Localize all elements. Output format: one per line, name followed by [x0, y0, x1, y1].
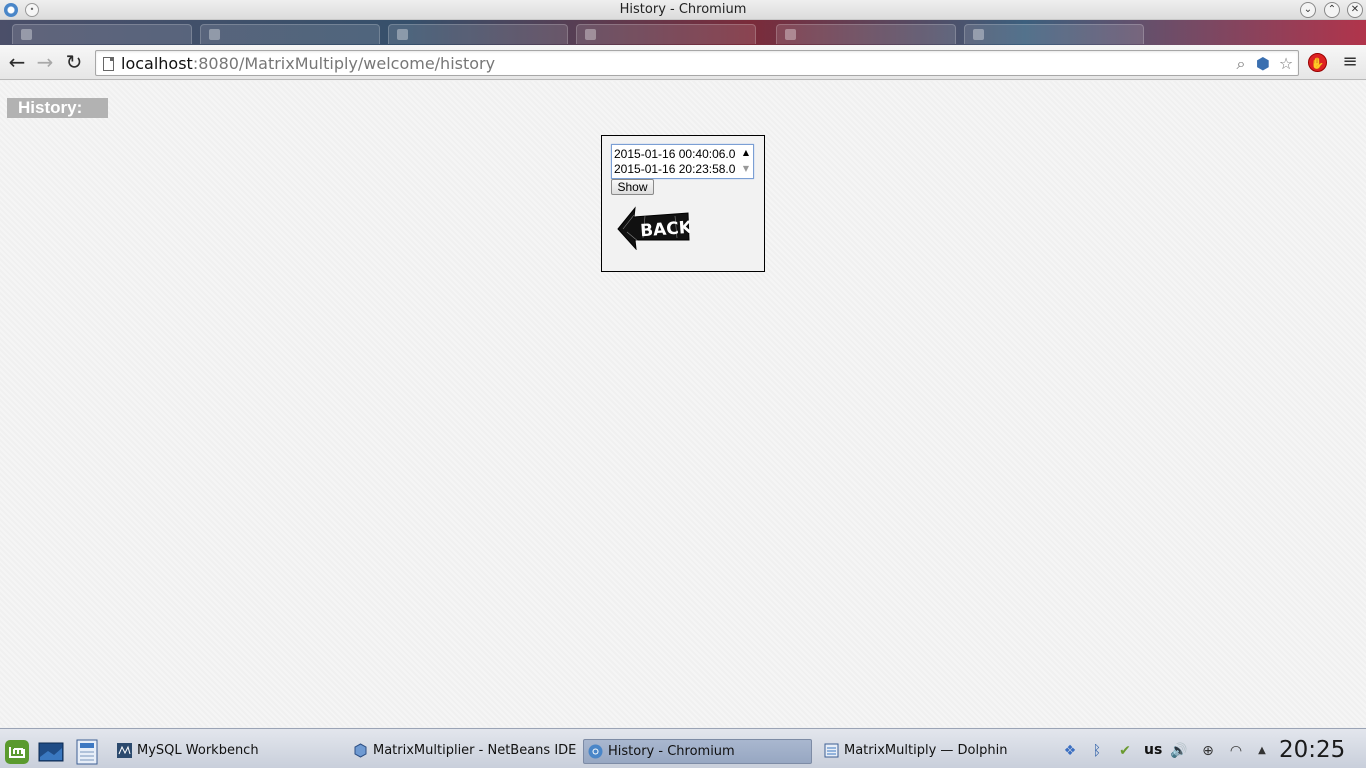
- scroll-down-icon[interactable]: ▼: [743, 164, 749, 173]
- address-bar[interactable]: localhost:8080/MatrixMultiply/welcome/hi…: [95, 50, 1299, 76]
- page-heading: History:: [7, 98, 108, 118]
- minimize-button[interactable]: ⌄: [1300, 2, 1316, 18]
- task-label: MySQL Workbench: [137, 743, 259, 758]
- favicon-icon: [397, 29, 408, 40]
- history-option[interactable]: 2015-01-16 20:23:58.0: [614, 162, 735, 176]
- task-netbeans[interactable]: MatrixMultiplier - NetBeans IDE 8: [349, 739, 577, 764]
- adblock-icon[interactable]: ✋: [1308, 53, 1327, 72]
- task-mysql-workbench[interactable]: MySQL Workbench: [113, 739, 343, 764]
- history-option[interactable]: 2015-01-16 00:40:06.0: [614, 147, 735, 161]
- favicon-icon: [585, 29, 596, 40]
- keyboard-layout[interactable]: us: [1144, 742, 1162, 758]
- reload-icon[interactable]: ↻: [63, 51, 85, 73]
- wifi-icon[interactable]: ◠: [1227, 742, 1245, 760]
- show-desktop-icon[interactable]: [38, 739, 64, 765]
- forward-arrow-icon[interactable]: →: [34, 51, 56, 73]
- netbeans-icon: [354, 743, 367, 758]
- browser-tab[interactable]: [964, 24, 1144, 44]
- favicon-icon: [209, 29, 220, 40]
- browser-tab[interactable]: [200, 24, 380, 44]
- window-title: History - Chromium: [619, 2, 747, 17]
- favicon-icon: [785, 29, 796, 40]
- update-shield-icon[interactable]: ✔: [1116, 742, 1134, 760]
- browser-tab[interactable]: [388, 24, 568, 44]
- back-arrow-icon[interactable]: ←: [6, 51, 28, 73]
- bookmark-star-icon[interactable]: ☆: [1277, 55, 1295, 73]
- favicon-icon: [21, 29, 32, 40]
- task-label: MatrixMultiply — Dolphin: [844, 743, 1008, 758]
- page-icon: [103, 57, 114, 71]
- bluetooth-icon[interactable]: ᛒ: [1088, 742, 1106, 760]
- tab-strip: [0, 20, 1366, 45]
- window-titlebar: • History - Chromium ⌄ ⌃ ✕: [0, 0, 1366, 20]
- task-chromium[interactable]: History - Chromium: [583, 739, 812, 764]
- history-listbox[interactable]: 2015-01-16 00:40:06.0 2015-01-16 20:23:5…: [611, 144, 754, 179]
- restore-button[interactable]: ⌃: [1324, 2, 1340, 18]
- browser-tab[interactable]: [12, 24, 192, 44]
- task-dolphin[interactable]: MatrixMultiply — Dolphin: [820, 739, 1050, 764]
- url-text[interactable]: localhost:8080/MatrixMultiply/welcome/hi…: [121, 54, 495, 73]
- browser-tab[interactable]: [776, 24, 956, 44]
- network-icon[interactable]: ⊕: [1199, 742, 1217, 760]
- page-viewport: History: 2015-01-16 00:40:06.0 2015-01-1…: [0, 81, 1366, 727]
- back-arrow-image[interactable]: BACK: [615, 202, 690, 250]
- clock[interactable]: 20:25: [1279, 737, 1345, 763]
- menu-icon[interactable]: ≡: [1342, 53, 1358, 71]
- close-button[interactable]: ✕: [1347, 2, 1363, 18]
- history-form: 2015-01-16 00:40:06.0 2015-01-16 20:23:5…: [601, 135, 765, 272]
- volume-icon[interactable]: 🔊: [1170, 742, 1188, 760]
- dolphin-icon: [824, 743, 839, 758]
- show-button[interactable]: Show: [611, 179, 654, 195]
- dropbox-icon[interactable]: ❖: [1061, 742, 1079, 760]
- task-label: History - Chromium: [608, 744, 735, 759]
- extension-cube-icon[interactable]: ⬢: [1254, 55, 1272, 73]
- favicon-icon: [973, 29, 984, 40]
- browser-tab[interactable]: [576, 24, 756, 44]
- file-manager-icon[interactable]: [74, 739, 100, 765]
- url-path: :8080/MatrixMultiply/welcome/history: [192, 54, 496, 73]
- browser-toolbar: ← → ↻ localhost:8080/MatrixMultiply/welc…: [0, 45, 1366, 80]
- zoom-icon[interactable]: ⌕: [1232, 55, 1250, 73]
- mysql-workbench-icon: [117, 743, 132, 758]
- tray-expand-icon[interactable]: ▲: [1253, 742, 1271, 760]
- task-label: MatrixMultiplier - NetBeans IDE 8: [373, 743, 577, 758]
- mint-menu-icon[interactable]: [4, 739, 30, 765]
- scroll-up-icon[interactable]: ▲: [743, 148, 749, 157]
- chromium-icon: [588, 744, 603, 759]
- back-image-text: BACK: [640, 218, 690, 242]
- taskbar: MySQL Workbench MatrixMultiplier - NetBe…: [0, 728, 1366, 768]
- url-host: localhost: [121, 54, 193, 73]
